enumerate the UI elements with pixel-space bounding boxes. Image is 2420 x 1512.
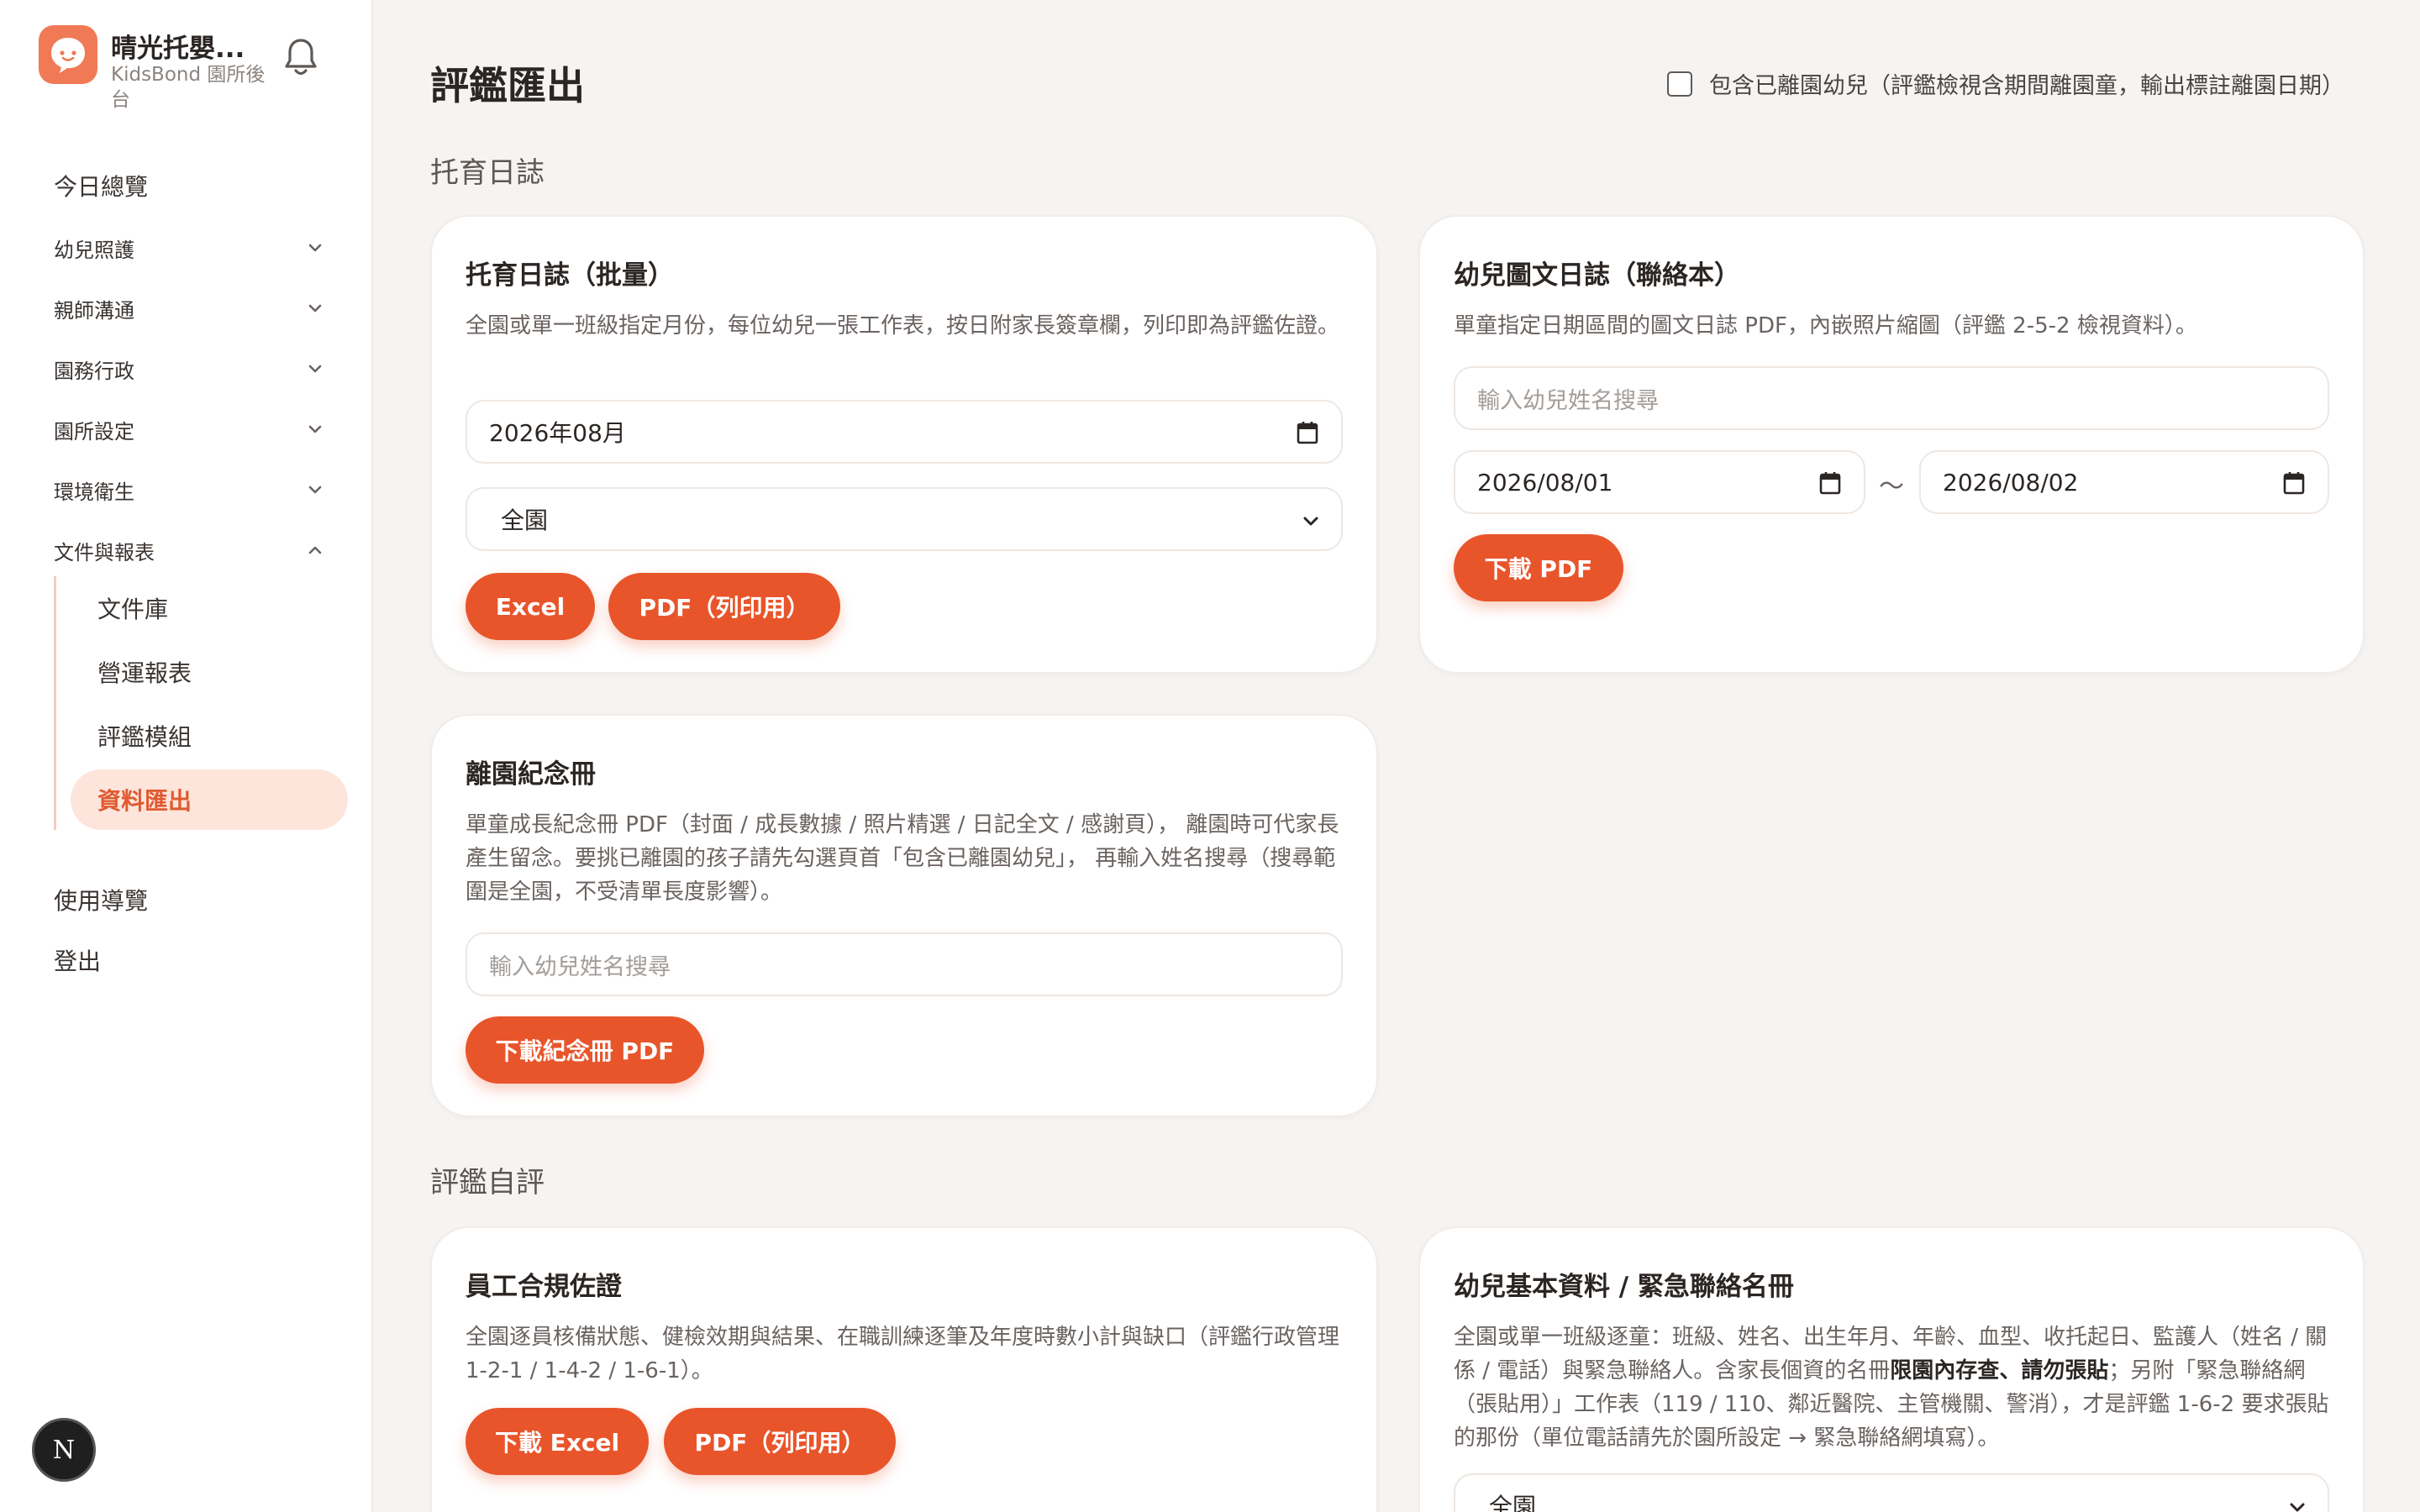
desc-emphasis: 、 — [1999, 1358, 2022, 1383]
submenu-divider — [54, 576, 56, 830]
sub-item-label: 資料匯出 — [97, 787, 192, 815]
section-title-self-evaluation: 評鑑自評 — [430, 1166, 544, 1200]
calendar-icon[interactable] — [1818, 470, 1842, 496]
card-title: 幼兒基本資料 / 緊急聯絡名冊 — [1454, 1272, 1794, 1302]
nav-item-label: 親師溝通 — [54, 298, 134, 323]
calendar-icon[interactable] — [2282, 470, 2306, 496]
nav-item-settings[interactable]: 園所設定 — [54, 408, 350, 450]
card-staff-compliance: 員工合規佐證 全園逐員核備狀態、健檢效期與結果、在職訓練逐筆及年度時數小計與缺口… — [430, 1226, 1378, 1512]
search-placeholder: 輸入幼兒姓名搜尋 — [1477, 387, 1659, 414]
nav-item-admin[interactable]: 園務行政 — [54, 348, 350, 390]
nav-item-child-care[interactable]: 幼兒照護 — [54, 227, 350, 269]
nav-item-label: 使用導覽 — [54, 887, 149, 915]
nav-item-communication[interactable]: 親師溝通 — [54, 287, 350, 329]
nav-item-documents-reports[interactable]: 文件與報表 — [54, 529, 350, 571]
excel-button[interactable]: Excel — [466, 573, 595, 640]
month-value: 2026年08月 — [489, 419, 626, 447]
chevron-down-icon — [308, 425, 322, 433]
scope-value: 全園 — [501, 507, 549, 534]
scope-select[interactable]: 全園 — [1454, 1473, 2329, 1512]
chevron-down-icon — [308, 244, 322, 252]
date-range-separator: ～ — [1879, 472, 1904, 501]
desc-emphasis: 請勿張貼 — [2021, 1358, 2109, 1383]
card-description: 單童成長紀念冊 PDF（封面 / 成長數據 / 照片精選 / 日記全文 / 感謝… — [466, 812, 1339, 905]
sub-item-evaluation-module[interactable]: 評鑑模組 — [71, 706, 348, 766]
sub-item-document-library[interactable]: 文件庫 — [71, 578, 348, 638]
include-departed-checkbox[interactable] — [1667, 71, 1692, 97]
nav-item-logout[interactable]: 登出 — [54, 939, 350, 981]
pdf-print-button[interactable]: PDF（列印用） — [664, 1408, 896, 1475]
scope-value: 全園 — [1489, 1493, 1537, 1512]
nav-item-label: 園所設定 — [54, 419, 134, 444]
chat-logo-icon — [39, 25, 97, 84]
child-name-search-input[interactable]: 輸入幼兒姓名搜尋 — [466, 932, 1343, 996]
nav-item-guide[interactable]: 使用導覽 — [54, 879, 350, 921]
card-description: 全園或單一班級逐童：班級、姓名、出生年月、年齡、血型、收托起日、監護人（姓名 /… — [1454, 1320, 2329, 1455]
page-title: 評鑑匯出 — [430, 63, 585, 108]
section-title-diary: 托育日誌 — [430, 156, 544, 190]
nav-item-label: 幼兒照護 — [54, 238, 134, 262]
nav-item-label: 今日總覽 — [54, 173, 149, 201]
month-input[interactable]: 2026年08月 — [466, 400, 1343, 464]
scope-select[interactable]: 全園 — [466, 487, 1343, 551]
sub-item-label: 評鑑模組 — [97, 723, 192, 751]
nav-item-hygiene[interactable]: 環境衛生 — [54, 469, 350, 511]
date-to-input[interactable]: 2026/08/02 — [1919, 450, 2329, 514]
pdf-print-button[interactable]: PDF（列印用） — [608, 573, 840, 640]
card-title: 離園紀念冊 — [466, 759, 596, 790]
nav-item-today[interactable]: 今日總覽 — [54, 165, 350, 207]
brand-name: 晴光托嬰... — [111, 34, 245, 64]
sub-item-data-export[interactable]: 資料匯出 — [71, 769, 348, 830]
nav-item-label: 園務行政 — [54, 359, 134, 383]
card-diary-batch: 托育日誌（批量） 全園或單一班級指定月份，每位幼兒一張工作表，按日附家長簽章欄，… — [430, 215, 1378, 674]
download-excel-button[interactable]: 下載 Excel — [466, 1408, 649, 1475]
chevron-down-icon — [2290, 1503, 2305, 1512]
bell-icon[interactable] — [282, 37, 319, 79]
card-description: 全園或單一班級指定月份，每位幼兒一張工作表，按日附家長簽章欄，列印即為評鑑佐證。 — [466, 313, 1340, 339]
include-departed-label: 包含已離園幼兒（評鑑檢視含期間離園童，輸出標註離園日期） — [1709, 73, 2344, 99]
chevron-down-icon — [1303, 517, 1318, 526]
sub-item-label: 文件庫 — [97, 596, 169, 623]
nav-item-label: 文件與報表 — [54, 540, 155, 564]
card-memorial-book: 離園紀念冊 單童成長紀念冊 PDF（封面 / 成長數據 / 照片精選 / 日記全… — [430, 714, 1378, 1117]
brand: 晴光托嬰... KidsBond 園所後台 — [39, 25, 375, 118]
chevron-down-icon — [308, 365, 322, 373]
chevron-up-icon — [308, 546, 322, 554]
chevron-down-icon — [308, 486, 322, 494]
desc-emphasis: 限園內存查 — [1890, 1358, 2000, 1383]
chevron-down-icon — [308, 304, 322, 312]
calendar-icon[interactable] — [1296, 420, 1319, 445]
date-from-value: 2026/08/01 — [1477, 468, 1613, 496]
card-picture-diary: 幼兒圖文日誌（聯絡本） 單童指定日期區間的圖文日誌 PDF，內嵌照片縮圖（評鑑 … — [1418, 215, 2365, 674]
brand-subtitle: KidsBond 園所後台 — [111, 64, 266, 111]
child-name-search-input[interactable]: 輸入幼兒姓名搜尋 — [1454, 366, 2329, 430]
card-title: 托育日誌（批量） — [466, 260, 674, 291]
download-memorial-pdf-button[interactable]: 下載紀念冊 PDF — [466, 1016, 704, 1084]
include-departed-toggle[interactable]: 包含已離園幼兒（評鑑檢視含期間離園童，輸出標註離園日期） — [1667, 67, 2344, 100]
date-from-input[interactable]: 2026/08/01 — [1454, 450, 1865, 514]
card-title: 員工合規佐證 — [466, 1272, 622, 1302]
card-description: 全園逐員核備狀態、健檢效期與結果、在職訓練逐筆及年度時數小計與缺口（評鑑行政管理… — [466, 1325, 1340, 1383]
dev-tools-badge[interactable]: N — [32, 1418, 96, 1482]
search-placeholder: 輸入幼兒姓名搜尋 — [489, 953, 671, 980]
card-child-roster: 幼兒基本資料 / 緊急聯絡名冊 全園或單一班級逐童：班級、姓名、出生年月、年齡、… — [1418, 1226, 2365, 1512]
sub-item-label: 營運報表 — [97, 659, 192, 687]
card-title: 幼兒圖文日誌（聯絡本） — [1454, 260, 1740, 291]
sub-item-operation-report[interactable]: 營運報表 — [71, 642, 348, 702]
sidebar: 晴光托嬰... KidsBond 園所後台 今日總覽 幼兒照護 親師溝通 園務行… — [0, 0, 373, 1512]
download-pdf-button[interactable]: 下載 PDF — [1454, 534, 1623, 601]
date-to-value: 2026/08/02 — [1943, 468, 2079, 496]
nav-item-label: 登出 — [54, 948, 102, 975]
card-description: 單童指定日期區間的圖文日誌 PDF，內嵌照片縮圖（評鑑 2-5-2 檢視資料）。 — [1454, 313, 2197, 339]
nav-item-label: 環境衛生 — [54, 480, 134, 504]
